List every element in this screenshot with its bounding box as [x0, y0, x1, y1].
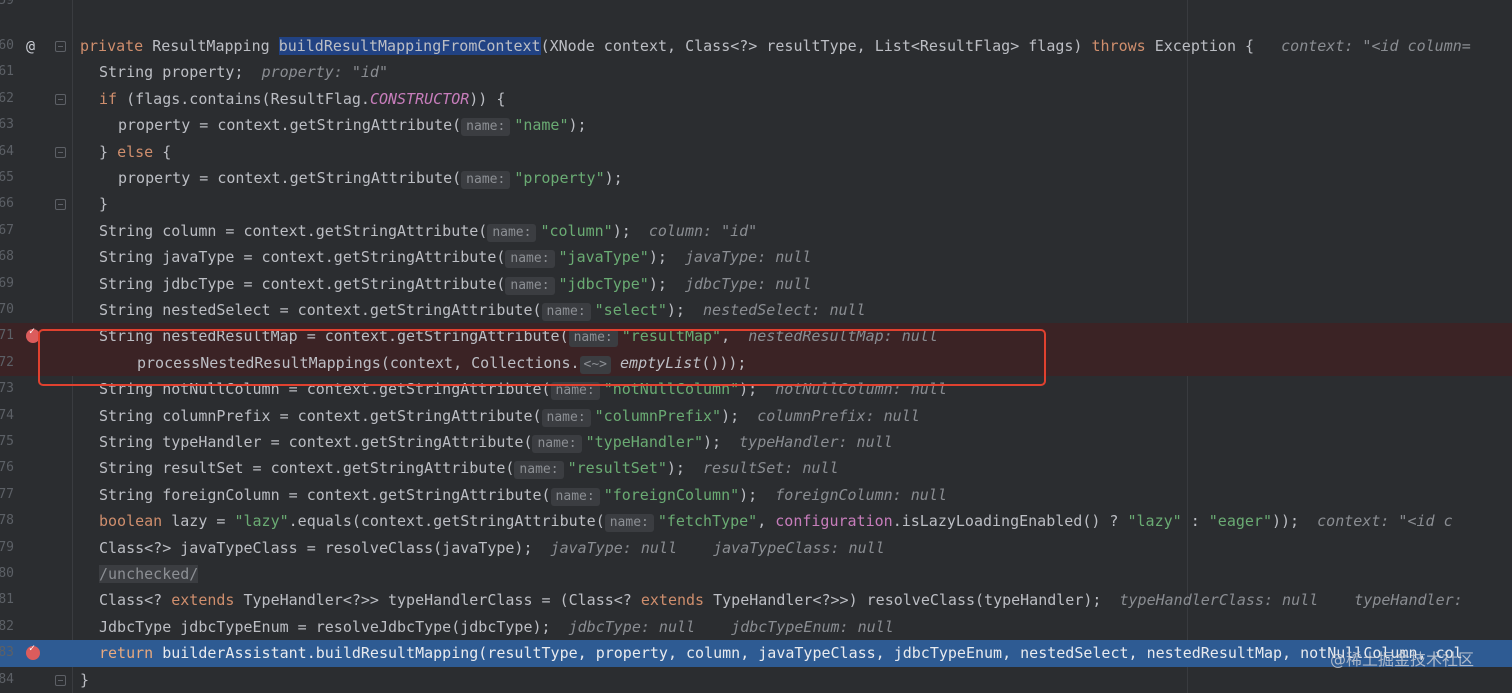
code-text[interactable]: String foreignColumn = context.getString…	[99, 482, 947, 508]
code-line[interactable]: 80 /unchecked/	[0, 561, 1512, 587]
line-number: 79	[0, 539, 14, 555]
line-number: 83	[0, 645, 14, 661]
line-number: 70	[0, 302, 14, 317]
code-line[interactable]: 81 Class<? extends TypeHandler<?>> typeH…	[0, 587, 1512, 613]
line-number: 67	[0, 222, 14, 238]
code-text[interactable]: if (flags.contains(ResultFlag.CONSTRUCTO…	[99, 86, 505, 112]
code-text[interactable]: property = context.getStringAttribute(na…	[118, 112, 587, 138]
code-text[interactable]: String nestedSelect = context.getStringA…	[99, 297, 866, 323]
code-line[interactable]: 78 boolean lazy = "lazy".equals(context.…	[0, 508, 1512, 534]
fold-toggle-icon[interactable]	[55, 674, 66, 686]
code-text[interactable]: boolean lazy = "lazy".equals(context.get…	[99, 508, 1453, 534]
line-number: 75	[0, 434, 14, 449]
line-number: 59	[0, 0, 14, 8]
code-text[interactable]: String jdbcType = context.getStringAttri…	[99, 271, 811, 297]
code-line[interactable]: 60 @ private ResultMapping buildResultMa…	[0, 33, 1512, 59]
line-number: 78	[0, 513, 14, 529]
implementation-at-icon[interactable]: @	[26, 33, 35, 59]
line-number: 66	[0, 196, 14, 212]
method-name[interactable]: buildResultMappingFromContext	[278, 37, 541, 55]
code-line[interactable]: 64 } else {	[0, 139, 1512, 165]
fold-toggle-icon[interactable]	[55, 146, 66, 158]
code-text[interactable]: String typeHandler = context.getStringAt…	[99, 429, 893, 455]
line-number: 74	[0, 407, 14, 423]
line-number: 77	[0, 486, 14, 502]
line-number: 84	[0, 671, 14, 687]
line-number: 81	[0, 592, 14, 608]
code-line[interactable]: 75 String typeHandler = context.getStrin…	[0, 429, 1512, 455]
code-line[interactable]: 69 String jdbcType = context.getStringAt…	[0, 271, 1512, 297]
code-line[interactable]: 68 String javaType = context.getStringAt…	[0, 244, 1512, 270]
code-editor[interactable]: 59 60 @ private ResultMapping buildResul…	[0, 0, 1512, 693]
code-line[interactable]: 61 String property; property: "id"	[0, 59, 1512, 85]
fold-toggle-icon[interactable]	[55, 41, 66, 52]
code-line[interactable]: 84 }	[0, 667, 1512, 693]
code-line[interactable]: 74 String columnPrefix = context.getStri…	[0, 403, 1512, 429]
line-number: 60	[0, 38, 14, 53]
code-line[interactable]: 66 }	[0, 191, 1512, 217]
breakpoint-icon[interactable]: ✓	[26, 643, 40, 661]
line-number: 72	[0, 354, 14, 370]
code-line-current-execution[interactable]: 83 ✓ return builderAssistant.buildResult…	[0, 640, 1512, 667]
line-number: 68	[0, 249, 14, 265]
code-text[interactable]: return builderAssistant.buildResultMappi…	[99, 640, 1463, 666]
line-number: 64	[0, 143, 14, 159]
line-number: 73	[0, 381, 14, 397]
line-number: 63	[0, 117, 14, 133]
line-number: 82	[0, 618, 14, 634]
code-text[interactable]: JdbcType jdbcTypeEnum = resolveJdbcType(…	[99, 614, 894, 640]
line-number: 71	[0, 328, 14, 344]
code-text[interactable]: String resultSet = context.getStringAttr…	[99, 455, 839, 481]
code-text[interactable]: }	[99, 191, 108, 217]
code-text[interactable]: String javaType = context.getStringAttri…	[99, 244, 811, 270]
code-line[interactable]: 76 String resultSet = context.getStringA…	[0, 455, 1512, 481]
line-number: 76	[0, 460, 14, 476]
code-text[interactable]: } else {	[99, 139, 171, 165]
watermark: @稀土掘金技术社区	[1330, 650, 1475, 669]
code-text[interactable]: String property; property: "id"	[99, 59, 388, 85]
code-text[interactable]: private ResultMapping buildResultMapping…	[80, 33, 1471, 59]
line-number: 80	[0, 566, 14, 581]
code-text[interactable]: String column = context.getStringAttribu…	[99, 218, 757, 244]
code-line[interactable]: 59	[0, 0, 1512, 14]
line-number: 65	[0, 170, 14, 185]
code-line[interactable]: 70 String nestedSelect = context.getStri…	[0, 297, 1512, 323]
code-text[interactable]: }	[80, 667, 89, 693]
code-text[interactable]: Class<? extends TypeHandler<?>> typeHand…	[99, 587, 1463, 613]
code-line[interactable]: 82 JdbcType jdbcTypeEnum = resolveJdbcTy…	[0, 614, 1512, 640]
code-text[interactable]: property = context.getStringAttribute(na…	[118, 165, 623, 191]
line-number: 61	[0, 64, 14, 80]
code-line[interactable]: 67 String column = context.getStringAttr…	[0, 218, 1512, 244]
line-number: 69	[0, 275, 14, 291]
code-line[interactable]: 77 String foreignColumn = context.getStr…	[0, 482, 1512, 508]
fold-toggle-icon[interactable]	[55, 93, 66, 105]
code-line[interactable]: 79 Class<?> javaTypeClass = resolveClass…	[0, 535, 1512, 561]
line-number: 62	[0, 90, 14, 106]
code-line[interactable]: 63 property = context.getStringAttribute…	[0, 112, 1512, 138]
code-line[interactable]: 62 if (flags.contains(ResultFlag.CONSTRU…	[0, 86, 1512, 112]
highlight-annotation-box	[38, 329, 1046, 386]
code-text[interactable]: /unchecked/	[99, 561, 199, 587]
code-text[interactable]: String columnPrefix = context.getStringA…	[99, 403, 920, 429]
fold-toggle-icon[interactable]	[55, 199, 66, 211]
code-text[interactable]: Class<?> javaTypeClass = resolveClass(ja…	[99, 535, 885, 561]
code-line[interactable]: 65 property = context.getStringAttribute…	[0, 165, 1512, 191]
